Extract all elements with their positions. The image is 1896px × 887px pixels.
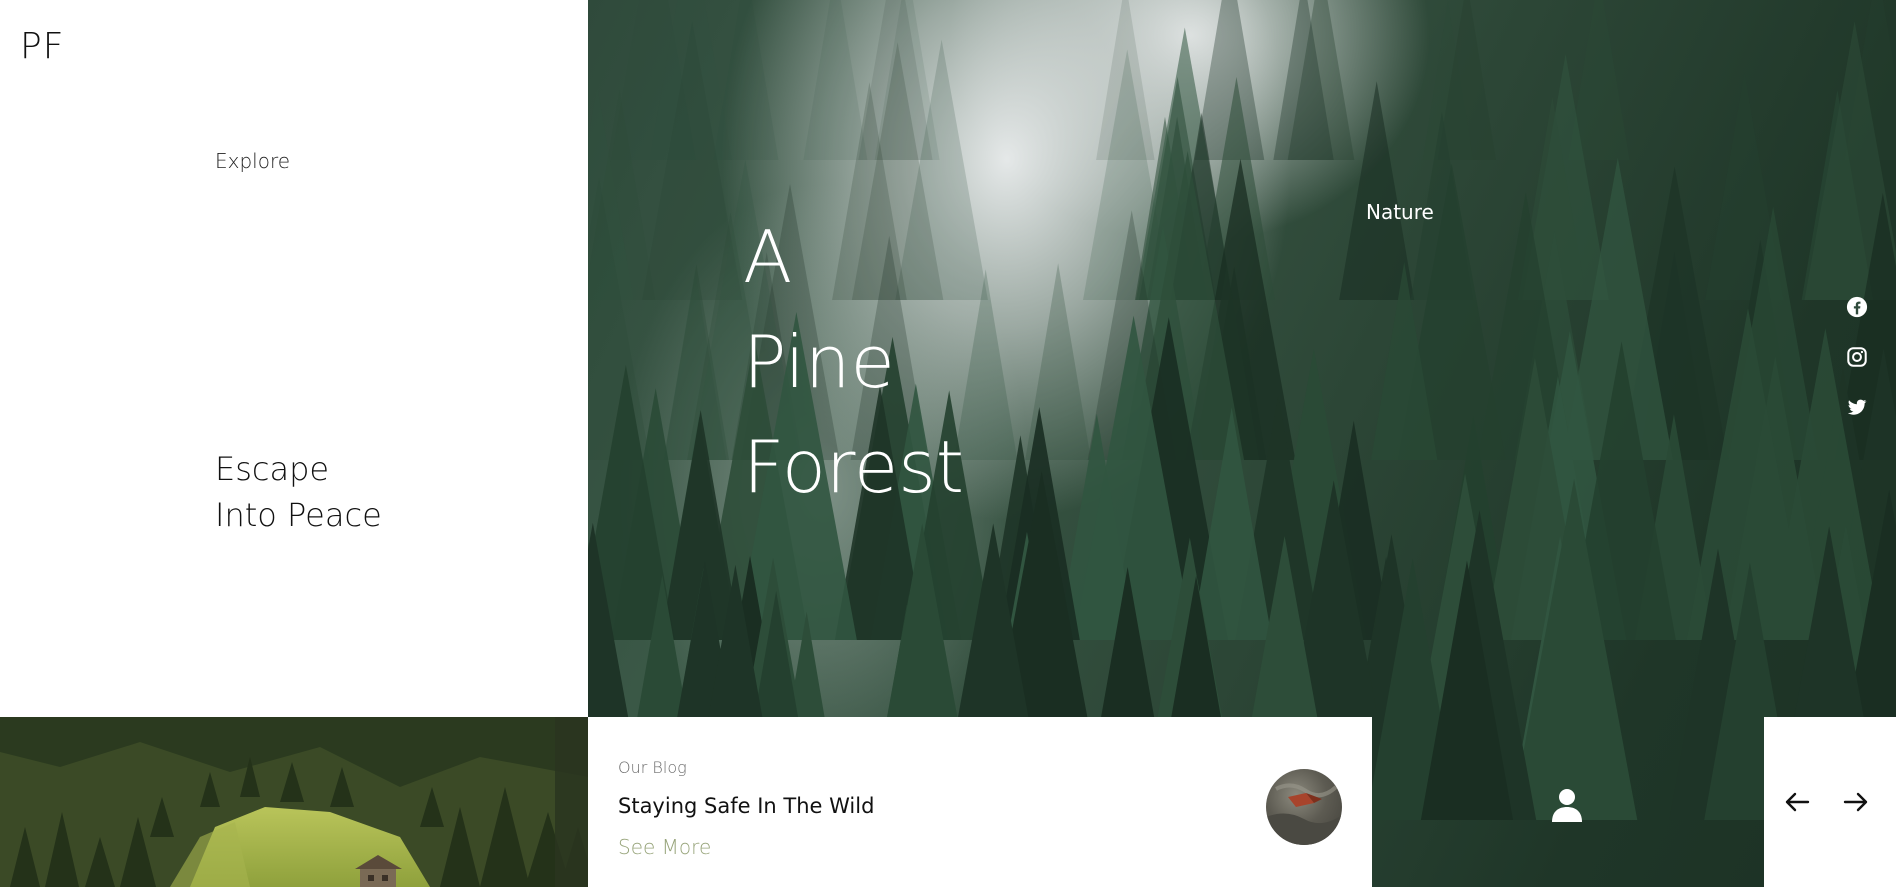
- blog-thumbnail[interactable]: [1266, 769, 1342, 845]
- see-more-link[interactable]: See More: [618, 835, 711, 859]
- social-links: [1846, 296, 1872, 446]
- twitter-icon[interactable]: [1846, 396, 1868, 418]
- hero-title-line-2: Pine: [743, 320, 895, 404]
- landscape-illustration: [0, 717, 588, 887]
- blog-kicker: Our Blog: [618, 758, 687, 777]
- user-icon[interactable]: [1551, 788, 1583, 822]
- hero-title-line-3: Forest: [743, 425, 964, 509]
- hero-title: A Pine Forest: [743, 205, 964, 520]
- blog-thumbnail-illustration: [1266, 783, 1342, 845]
- category-label[interactable]: Nature: [1366, 200, 1434, 224]
- instagram-icon[interactable]: [1846, 346, 1868, 368]
- explore-link[interactable]: Explore: [215, 149, 290, 173]
- tagline-line-2: Into Peace: [215, 496, 382, 534]
- site-logo[interactable]: PF: [20, 26, 64, 67]
- blog-card: Our Blog Staying Safe In The Wild See Mo…: [588, 717, 1372, 887]
- landscape-thumbnail[interactable]: [0, 717, 588, 887]
- arrow-left-icon[interactable]: [1784, 789, 1810, 815]
- arrow-right-icon[interactable]: [1843, 789, 1869, 815]
- tagline: Escape Into Peace: [215, 446, 382, 538]
- slider-nav: [1764, 717, 1896, 887]
- facebook-icon[interactable]: [1846, 296, 1868, 318]
- intro-panel: PF Explore Escape Into Peace: [0, 0, 588, 717]
- blog-title[interactable]: Staying Safe In The Wild: [618, 794, 874, 818]
- tagline-line-1: Escape: [215, 450, 330, 488]
- hero-title-line-1: A: [743, 215, 793, 299]
